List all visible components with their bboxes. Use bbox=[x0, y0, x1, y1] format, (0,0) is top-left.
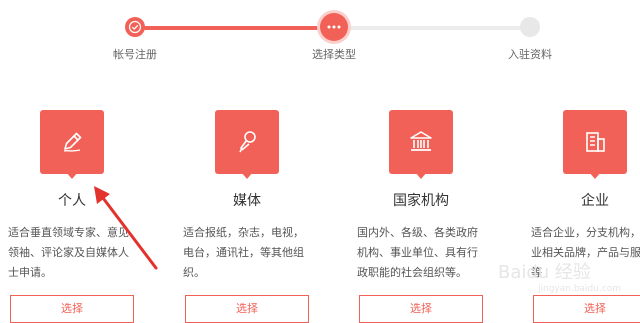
watermark-text: Baidu 经验 bbox=[498, 262, 591, 283]
watermark-subtext: jingyan.baidu.com bbox=[538, 284, 622, 294]
watermark: Baidu 经验 jingyan.baidu.com bbox=[498, 258, 621, 294]
